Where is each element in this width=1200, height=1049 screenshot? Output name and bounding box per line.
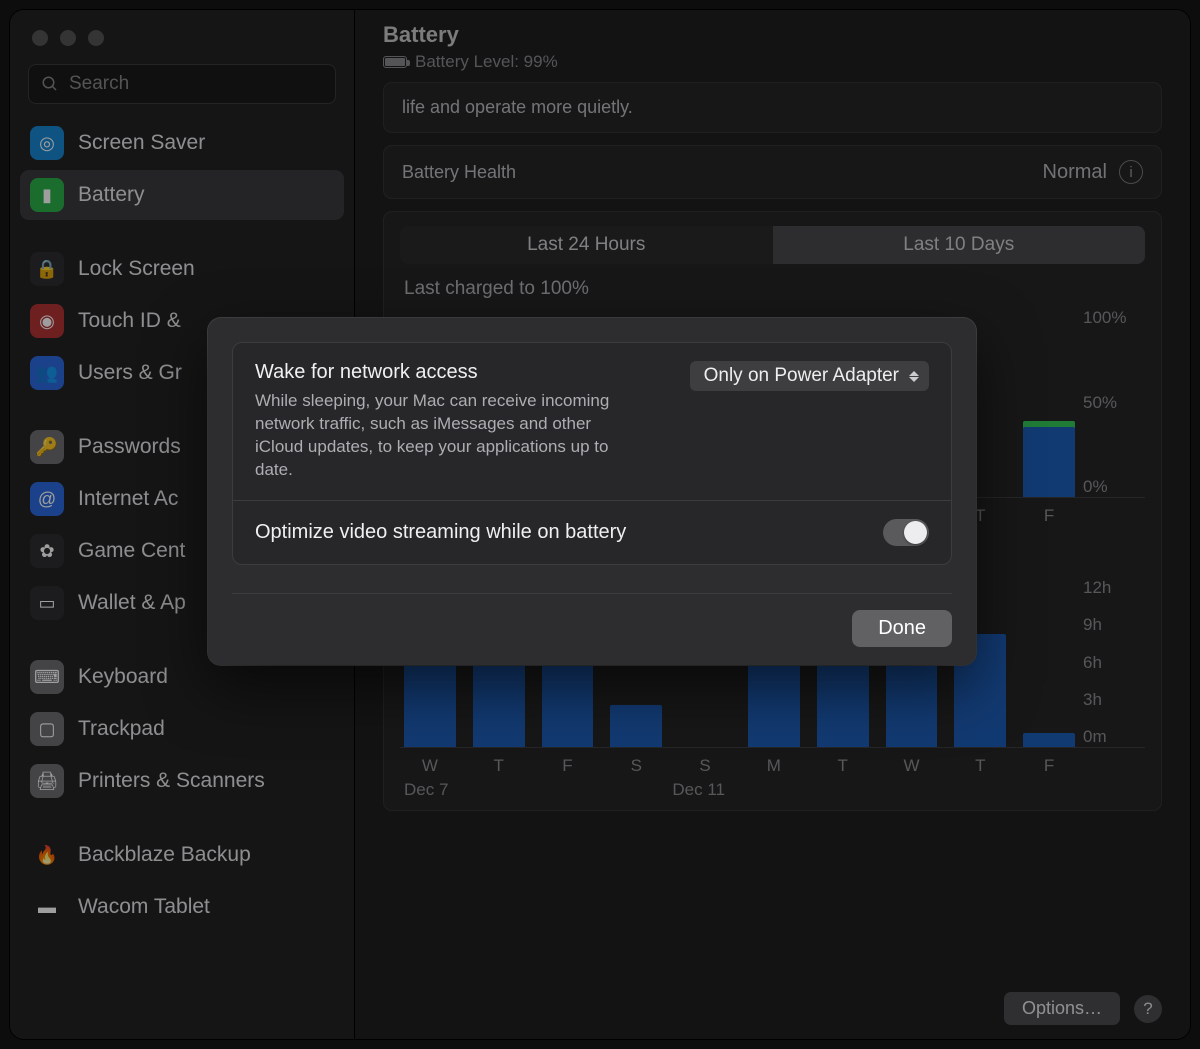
sidebar-item-icon: ✿ (30, 534, 64, 568)
optimize-title: Optimize video streaming while on batter… (255, 521, 859, 544)
sidebar-item-icon: 🔒 (30, 252, 64, 286)
x-tick: F (1023, 756, 1075, 776)
y-tick: 3h (1083, 690, 1145, 710)
chart-x-axis: WTFSSMTWTF (400, 756, 1145, 776)
sidebar-item-icon: 🖨 (30, 764, 64, 798)
sidebar-item-label: Trackpad (78, 717, 165, 741)
x-tick: W (886, 756, 938, 776)
y-tick: 100% (1083, 308, 1145, 328)
sidebar-item-label: Printers & Scanners (78, 769, 265, 793)
x-tick: M (748, 756, 800, 776)
sidebar-item-icon: ▮ (30, 178, 64, 212)
wake-title: Wake for network access (255, 361, 666, 384)
sidebar-item-label: Game Cent (78, 539, 185, 563)
sidebar-item-icon: ◎ (30, 126, 64, 160)
y-tick: 9h (1083, 615, 1145, 635)
wake-select[interactable]: Only on Power Adapter (690, 361, 929, 391)
sidebar-item[interactable]: 🔥 Backblaze Backup (20, 830, 344, 880)
sidebar-item-label: Keyboard (78, 665, 168, 689)
options-button[interactable]: Options… (1004, 992, 1120, 1025)
y-tick: 0% (1083, 477, 1145, 497)
x-tick: F (1023, 506, 1075, 526)
sidebar-item-icon: 👥 (30, 356, 64, 390)
sidebar-item-icon: ▭ (30, 586, 64, 620)
x-tick: T (954, 756, 1006, 776)
zoom-icon[interactable] (88, 30, 104, 46)
done-button[interactable]: Done (852, 610, 952, 647)
sidebar-item-icon: 🔥 (30, 838, 64, 872)
content-footer: Options… ? (355, 992, 1190, 1039)
search-input[interactable]: Search (28, 64, 336, 104)
segment-10d[interactable]: Last 10 Days (773, 226, 1146, 264)
sidebar-item[interactable]: 🔒 Lock Screen (20, 244, 344, 294)
segment-24h[interactable]: Last 24 Hours (400, 226, 773, 264)
modal-divider (232, 593, 952, 594)
window-controls[interactable] (10, 18, 354, 64)
wake-select-value: Only on Power Adapter (704, 365, 899, 387)
wake-desc: While sleeping, your Mac can receive inc… (255, 390, 615, 482)
battery-level-text: Battery Level: 99% (415, 52, 558, 72)
sidebar-item-icon: ▬ (30, 890, 64, 924)
help-icon[interactable]: ? (1134, 995, 1162, 1023)
chart-bar (1023, 421, 1075, 497)
sidebar-item-label: Users & Gr (78, 361, 182, 385)
search-icon (41, 75, 59, 93)
content-header: Battery Battery Level: 99% (355, 10, 1190, 82)
sidebar-item-label: Touch ID & (78, 309, 181, 333)
x-tick: W (404, 756, 456, 776)
sidebar-item-label: Screen Saver (78, 131, 205, 155)
chart-bar (404, 655, 456, 747)
sidebar-item-label: Internet Ac (78, 487, 178, 511)
chart-date-markers: Dec 7Dec 11 (400, 780, 1145, 800)
minimize-icon[interactable] (60, 30, 76, 46)
sidebar-item[interactable]: 🖨 Printers & Scanners (20, 756, 344, 806)
wake-row: Wake for network access While sleeping, … (233, 343, 951, 500)
chart-bar (748, 663, 800, 748)
sidebar-item[interactable]: ▬ Wacom Tablet (20, 882, 344, 932)
chart-bar (1023, 733, 1075, 747)
page-title: Battery (383, 22, 1162, 48)
sidebar-item-label: Passwords (78, 435, 181, 459)
optimize-row: Optimize video streaming while on batter… (233, 500, 951, 564)
time-range-segment[interactable]: Last 24 Hours Last 10 Days (400, 226, 1145, 264)
x-tick: S (679, 756, 731, 776)
x-tick: T (473, 756, 525, 776)
options-modal: Wake for network access While sleeping, … (208, 318, 976, 665)
energy-note-card: life and operate more quietly. (383, 82, 1162, 133)
energy-note-text: life and operate more quietly. (402, 97, 633, 117)
sidebar-item-icon: ▢ (30, 712, 64, 746)
y-tick: 6h (1083, 653, 1145, 673)
sidebar-item-label: Lock Screen (78, 257, 195, 281)
sidebar-item-icon: ◉ (30, 304, 64, 338)
chevron-updown-icon (909, 371, 919, 382)
sidebar-item-icon: @ (30, 482, 64, 516)
modal-group: Wake for network access While sleeping, … (232, 342, 952, 565)
battery-health-status: Normal (1043, 161, 1107, 184)
sidebar-item-label: Battery (78, 183, 145, 207)
y-tick: 0m (1083, 727, 1145, 747)
close-icon[interactable] (32, 30, 48, 46)
search-placeholder: Search (69, 73, 129, 95)
chart-bar (610, 705, 662, 747)
sidebar-item[interactable]: ◎ Screen Saver (20, 118, 344, 168)
sidebar-item-label: Wallet & Ap (78, 591, 186, 615)
chart-bar (473, 663, 525, 748)
battery-health-row[interactable]: Battery Health Normal i (383, 145, 1162, 199)
sidebar-item[interactable]: ▮ Battery (20, 170, 344, 220)
optimize-toggle[interactable] (883, 519, 929, 546)
sidebar-item[interactable]: ▢ Trackpad (20, 704, 344, 754)
x-tick: S (610, 756, 662, 776)
last-charged-text: Last charged to 100% (400, 278, 1145, 300)
sidebar-item-icon: 🔑 (30, 430, 64, 464)
x-tick: T (817, 756, 869, 776)
sidebar-item-label: Wacom Tablet (78, 895, 210, 919)
x-tick: F (542, 756, 594, 776)
y-tick: 12h (1083, 578, 1145, 598)
battery-health-label: Battery Health (402, 162, 516, 183)
battery-icon (383, 56, 407, 68)
y-tick: 50% (1083, 393, 1145, 413)
info-icon[interactable]: i (1119, 160, 1143, 184)
sidebar-item-label: Backblaze Backup (78, 843, 251, 867)
sidebar-item-icon: ⌨ (30, 660, 64, 694)
